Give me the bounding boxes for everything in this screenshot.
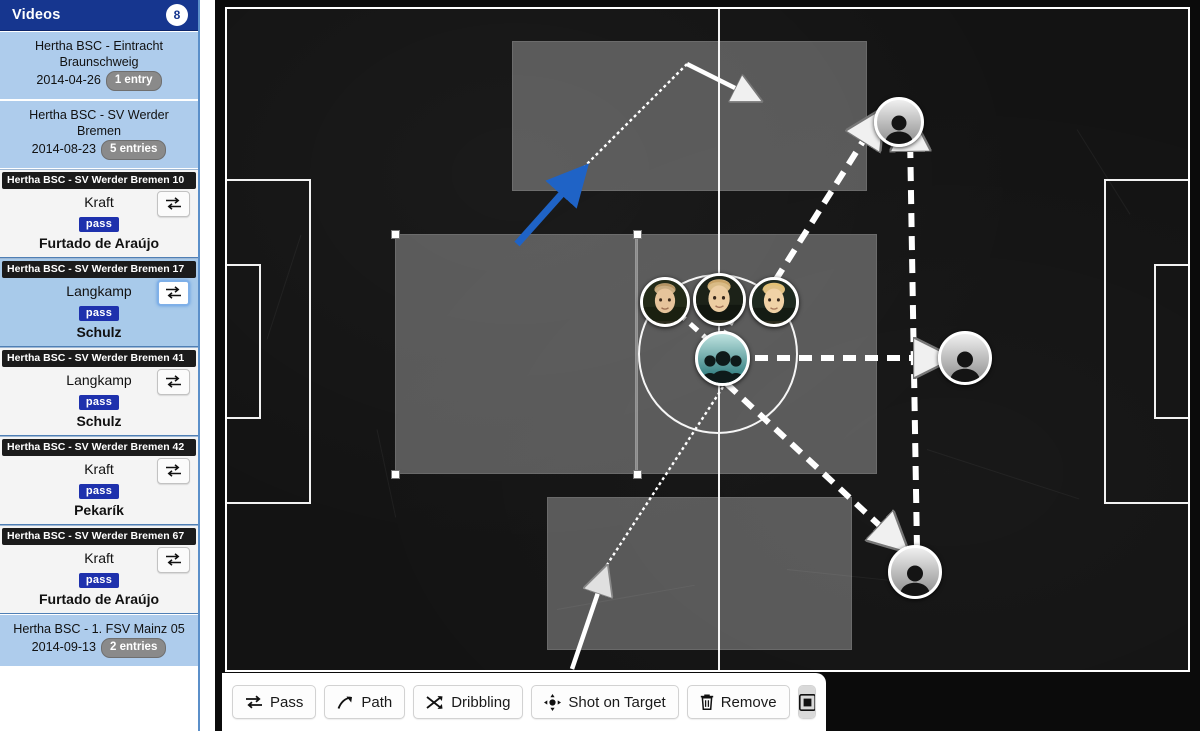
path-arrow-top-right — [685, 61, 747, 94]
videos-sidebar: Videos 8 Hertha BSC - Eintracht Braunsch… — [0, 0, 200, 731]
event-player-to: Schulz — [76, 323, 122, 340]
tactics-canvas-area — [215, 0, 1200, 731]
marker-opponent-top[interactable] — [874, 97, 924, 147]
remove-button[interactable]: Remove — [686, 685, 790, 719]
marker-opponent-center[interactable] — [938, 331, 992, 385]
guide-line-top-left — [571, 63, 688, 180]
videos-count-badge: 8 — [166, 4, 188, 26]
swap-players-button[interactable] — [157, 368, 190, 395]
event-tag: Hertha BSC - SV Werder Bremen 67 — [2, 527, 196, 545]
path-tool-label: Path — [361, 693, 393, 711]
group-date: 2014-09-13 — [31, 640, 97, 655]
stop-square-icon — [798, 693, 815, 711]
swap-players-button[interactable] — [157, 190, 190, 217]
event-action-badge: pass — [78, 394, 120, 410]
pass-tool-label: Pass — [270, 693, 304, 711]
event-tag: Hertha BSC - SV Werder Bremen 41 — [2, 349, 196, 367]
guide-line-bottom-left — [597, 386, 725, 578]
video-group-header[interactable]: Hertha BSC - SV Werder Bremen 2014-08-23… — [0, 99, 198, 169]
list-item[interactable]: Hertha BSC - SV Werder Bremen 10 Kraft p… — [0, 168, 198, 258]
event-tag: Hertha BSC - SV Werder Bremen 10 — [2, 171, 196, 189]
path-arrow-from-bottom — [569, 581, 602, 670]
pass-arrows-icon — [246, 695, 262, 709]
resize-handle-tm[interactable] — [633, 230, 642, 239]
resize-handle-tl[interactable] — [391, 230, 400, 239]
pass-arrow-to-top — [772, 127, 872, 283]
group-title: Hertha BSC - 1. FSV Mainz 05 — [13, 621, 185, 636]
path-arrow-icon — [337, 696, 353, 709]
player-photo-icon — [752, 280, 796, 321]
mode-toggle-group — [797, 685, 816, 719]
list-item[interactable]: Hertha BSC - SV Werder Bremen 41 Langkam… — [0, 346, 198, 436]
event-tag: Hertha BSC - SV Werder Bremen 17 — [2, 260, 196, 278]
event-action-badge: pass — [78, 572, 120, 588]
marker-opponent-bottom[interactable] — [888, 545, 942, 599]
group-silhouette-icon — [700, 351, 745, 383]
swap-players-button[interactable] — [157, 279, 190, 306]
group-title: Hertha BSC - Eintracht Braunschweig — [34, 39, 164, 69]
group-entry-count: 2 entries — [101, 638, 167, 658]
video-group-header[interactable]: Hertha BSC - 1. FSV Mainz 05 2014-09-13 … — [0, 613, 198, 667]
list-item[interactable]: Hertha BSC - SV Werder Bremen 67 Kraft p… — [0, 524, 198, 614]
blue-run-arrow — [514, 163, 589, 247]
drawing-toolbar: Pass Path Dribbling Shot on Target Remov… — [222, 673, 826, 731]
player-photo-icon — [696, 276, 743, 320]
videos-header: Videos 8 — [0, 0, 198, 31]
event-player-to: Schulz — [76, 412, 122, 429]
list-item[interactable]: Hertha BSC - SV Werder Bremen 17 Langkam… — [0, 257, 198, 347]
group-title: Hertha BSC - SV Werder Bremen — [29, 107, 169, 138]
shot-on-target-tool-label: Shot on Target — [568, 693, 666, 711]
swap-arrows-icon — [166, 286, 181, 299]
remove-button-label: Remove — [720, 693, 777, 711]
swap-arrows-icon — [166, 464, 181, 477]
person-silhouette-icon — [900, 565, 930, 596]
person-silhouette-icon — [950, 351, 980, 382]
target-crosshair-icon — [544, 693, 562, 711]
video-group-header[interactable]: Hertha BSC - Eintracht Braunschweig 2014… — [0, 31, 198, 100]
event-action-badge: pass — [78, 305, 120, 321]
person-silhouette-icon — [885, 115, 913, 144]
event-tag: Hertha BSC - SV Werder Bremen 42 — [2, 438, 196, 456]
marker-face-center[interactable] — [693, 273, 746, 326]
pass-arrow-bottom-to-top — [910, 134, 917, 550]
event-player-to: Furtado de Araújo — [38, 234, 160, 251]
group-date: 2014-08-23 — [31, 142, 97, 157]
marker-face-left[interactable] — [640, 277, 690, 327]
pass-tool-button[interactable]: Pass — [232, 685, 317, 719]
event-player-to: Furtado de Araújo — [38, 590, 160, 607]
pass-arrow-to-bottom — [724, 381, 892, 537]
shot-on-target-tool-button[interactable]: Shot on Target — [531, 685, 679, 719]
sidebar-scrollbar[interactable] — [194, 31, 198, 731]
stop-mode-button[interactable] — [798, 686, 815, 718]
resize-handle-bl[interactable] — [391, 470, 400, 479]
swap-players-button[interactable] — [157, 457, 190, 484]
swap-arrows-icon — [166, 197, 181, 210]
event-action-badge: pass — [78, 216, 120, 232]
swap-arrows-icon — [166, 375, 181, 388]
dribbling-tool-button[interactable]: Dribbling — [413, 685, 524, 719]
group-entry-count: 1 entry — [105, 71, 162, 91]
event-player-to: Pekarík — [74, 501, 124, 518]
group-date: 2014-04-26 — [36, 73, 101, 88]
event-action-badge: pass — [78, 483, 120, 499]
app-root: Videos 8 Hertha BSC - Eintracht Braunsch… — [0, 0, 1200, 731]
list-item[interactable]: Hertha BSC - SV Werder Bremen 42 Kraft p… — [0, 435, 198, 525]
resize-handle-bm[interactable] — [633, 470, 642, 479]
path-tool-button[interactable]: Path — [324, 685, 406, 719]
marker-face-right[interactable] — [749, 277, 799, 327]
marker-team-selected[interactable] — [695, 331, 750, 386]
trash-icon — [700, 694, 713, 710]
swap-arrows-icon — [166, 553, 181, 566]
player-photo-icon — [643, 280, 687, 321]
page-title: Videos — [12, 7, 61, 23]
dribbling-tool-label: Dribbling — [451, 693, 511, 711]
football-pitch[interactable] — [225, 7, 1190, 672]
group-entry-count: 5 entries — [101, 140, 167, 160]
dribbling-cross-arrows-icon — [426, 695, 443, 709]
swap-players-button[interactable] — [157, 546, 190, 573]
